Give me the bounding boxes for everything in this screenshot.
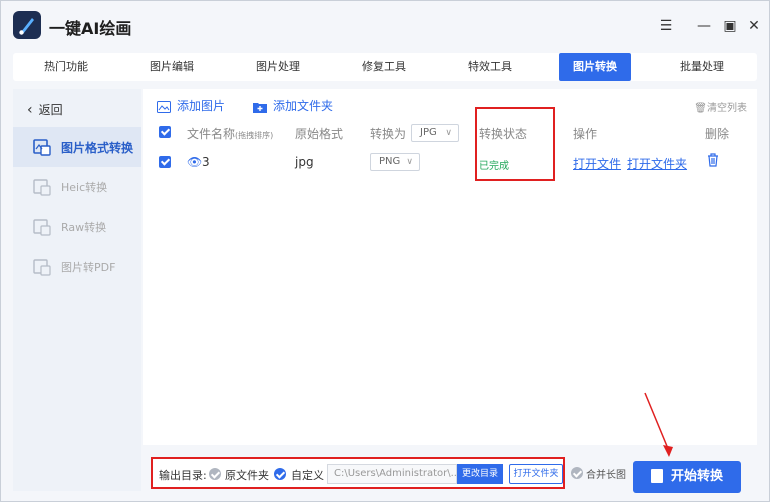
clear-list-button[interactable]: 🗑清空列表	[694, 99, 747, 114]
chevron-left-icon: ‹	[27, 102, 33, 118]
app-logo-icon	[13, 11, 41, 39]
custom-folder-label: 自定义	[291, 469, 324, 482]
tab-hot-features[interactable]: 热门功能	[13, 53, 119, 81]
sidebar-item-label: Heic转换	[61, 181, 108, 194]
app-window: 一键AI绘画 ☰ — ▣ ✕ 热门功能 图片编辑 图片处理 修复工具 特效工具 …	[0, 0, 770, 502]
back-button[interactable]: ‹ 返回	[27, 101, 63, 118]
start-convert-label: 开始转换	[670, 469, 723, 484]
app-title: 一键AI绘画	[49, 19, 132, 38]
convert-all-format-select[interactable]: JPG ∨	[411, 124, 459, 142]
table-header: 文件名称(拖拽排序) 原始格式 转换为 JPG ∨ 转换状态 操作 删除	[143, 121, 757, 145]
add-folder-button[interactable]: 添加文件夹	[253, 97, 333, 114]
tab-image-convert[interactable]: 图片转换	[559, 53, 631, 81]
trash-icon: 🗑	[694, 103, 707, 114]
header-original-format: 原始格式	[295, 127, 344, 141]
clear-list-label: 清空列表	[707, 103, 747, 114]
file-list-panel: 添加图片 添加文件夹 🗑清空列表 文件名称(拖拽排序) 原始格式 转换为 JPG…	[143, 89, 757, 445]
change-dir-button[interactable]: 更改目录	[457, 464, 503, 484]
menu-icon[interactable]: ☰	[655, 15, 677, 37]
tab-effect-tools[interactable]: 特效工具	[437, 53, 543, 81]
output-dir-label: 输出目录:	[159, 469, 207, 482]
row-original-format: jpg	[295, 155, 314, 169]
convert-icon	[650, 468, 663, 483]
sidebar-item-pdf[interactable]: 图片转PDF	[13, 247, 141, 287]
sidebar-item-raw[interactable]: Raw转换	[13, 207, 141, 247]
row-checkbox[interactable]	[159, 156, 171, 168]
header-delete: 删除	[705, 127, 730, 141]
row-format-value: PNG	[379, 156, 401, 167]
heic-icon	[33, 179, 51, 196]
add-image-button[interactable]: 添加图片	[157, 97, 225, 114]
add-image-label: 添加图片	[177, 99, 226, 113]
raw-icon	[33, 219, 51, 236]
output-settings: 输出目录: 原文件夹 自定义 C:\Users\Administrator\..…	[151, 457, 565, 489]
sidebar-item-format-convert[interactable]: 图片格式转换	[13, 127, 141, 167]
back-label: 返回	[38, 103, 63, 117]
original-folder-label: 原文件夹	[225, 469, 269, 482]
merge-long-image-checkbox[interactable]	[571, 467, 583, 479]
status-annotation-box	[475, 107, 555, 181]
sidebar: ‹ 返回 图片格式转换 Heic转换 Raw转换 图片转PDF	[13, 89, 141, 491]
header-file-name: 文件名称(拖拽排序)	[187, 125, 273, 142]
chevron-down-icon: ∨	[445, 128, 452, 138]
open-file-link[interactable]: 打开文件	[573, 155, 621, 172]
sidebar-item-label: Raw转换	[61, 221, 107, 234]
sidebar-item-label: 图片格式转换	[61, 141, 134, 155]
table-row: 👁 3 jpg PNG ∨ 已完成 打开文件 打开文件夹	[143, 151, 757, 179]
image-icon	[157, 100, 171, 113]
open-output-folder-button[interactable]: 打开文件夹	[509, 464, 563, 484]
custom-folder-radio[interactable]	[274, 468, 286, 480]
title-bar: 一键AI绘画 ☰ — ▣ ✕	[1, 1, 769, 51]
sidebar-item-label: 图片转PDF	[61, 261, 116, 274]
header-actions: 操作	[573, 127, 598, 141]
row-format-select[interactable]: PNG ∨	[370, 153, 420, 171]
top-tab-bar: 热门功能 图片编辑 图片处理 修复工具 特效工具 图片转换 批量处理	[13, 53, 757, 81]
convert-all-format-value: JPG	[420, 127, 437, 138]
header-drag-hint: (拖拽排序)	[235, 131, 274, 140]
chevron-down-icon: ∨	[406, 157, 413, 167]
folder-plus-icon	[253, 102, 267, 113]
original-folder-radio[interactable]	[209, 468, 221, 480]
image-convert-icon	[33, 139, 51, 156]
row-file-name: 3	[202, 155, 210, 169]
maximize-icon[interactable]: ▣	[719, 15, 741, 37]
tab-repair-tools[interactable]: 修复工具	[331, 53, 437, 81]
add-folder-label: 添加文件夹	[273, 99, 334, 113]
pdf-icon	[33, 259, 51, 276]
preview-eye-icon[interactable]: 👁	[187, 155, 202, 169]
output-path-input[interactable]: C:\Users\Administrator\...	[327, 464, 457, 484]
tab-image-edit[interactable]: 图片编辑	[119, 53, 225, 81]
sidebar-item-heic[interactable]: Heic转换	[13, 167, 141, 207]
header-convert-to: 转换为	[370, 127, 407, 141]
bottom-bar: 输出目录: 原文件夹 自定义 C:\Users\Administrator\..…	[143, 449, 757, 493]
close-icon[interactable]: ✕	[743, 15, 765, 37]
tab-batch-process[interactable]: 批量处理	[649, 53, 755, 81]
select-all-checkbox[interactable]	[159, 126, 171, 138]
start-convert-button[interactable]: 开始转换	[633, 461, 741, 493]
tab-image-process[interactable]: 图片处理	[225, 53, 331, 81]
header-file-name-text: 文件名称	[187, 127, 236, 141]
delete-row-icon[interactable]	[707, 153, 719, 167]
merge-long-image-label: 合并长图	[586, 470, 626, 481]
minimize-icon[interactable]: —	[693, 15, 715, 37]
open-folder-link[interactable]: 打开文件夹	[627, 155, 687, 172]
